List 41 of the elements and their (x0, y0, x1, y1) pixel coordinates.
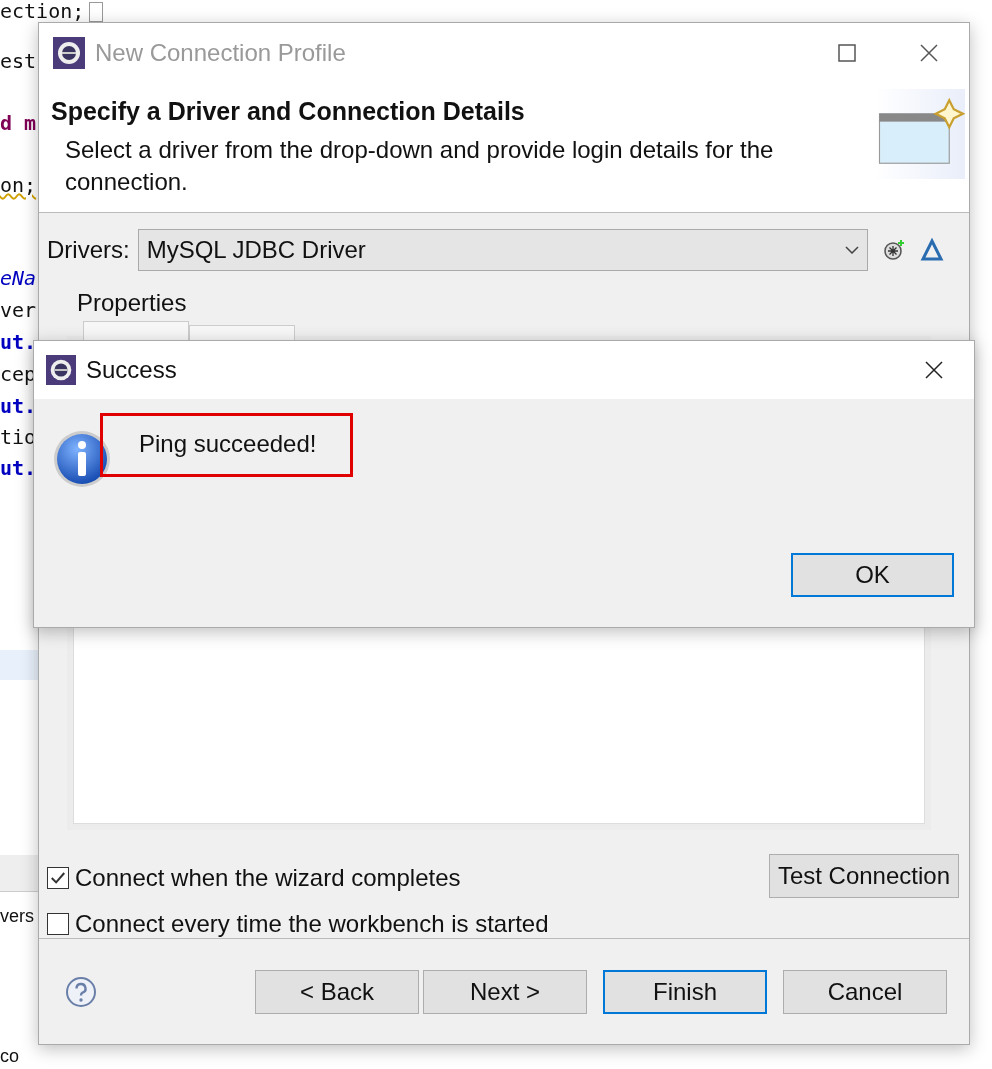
app-icon (46, 355, 76, 385)
code-line: ection; (0, 0, 85, 25)
code-line: ut. (0, 329, 37, 356)
drivers-label: Drivers: (47, 236, 130, 264)
code-line: ver (0, 297, 37, 324)
message-text: Ping succeeded! (100, 413, 354, 477)
page-heading: Specify a Driver and Connection Details (51, 97, 526, 126)
dialog-button[interactable]: Finish (603, 970, 767, 1014)
properties-label: Properties (76, 289, 188, 317)
close-icon[interactable] (919, 43, 939, 63)
chevron-down-icon[interactable] (844, 246, 859, 254)
triangle-icon[interactable] (919, 238, 944, 262)
code-line: on; (0, 172, 37, 199)
test-connection-button[interactable]: Test Connection (768, 854, 959, 898)
maximize-icon[interactable] (837, 43, 857, 63)
window-title: New Connection Profile (95, 39, 346, 67)
dialog-button[interactable]: Next > (423, 970, 587, 1014)
help-icon[interactable] (65, 976, 97, 1008)
dialog-button[interactable]: Cancel (783, 970, 947, 1014)
window-title: Success (86, 356, 177, 384)
code-line: ut. (0, 455, 37, 482)
code-line: d m (0, 110, 37, 137)
new-driver-icon[interactable] (881, 238, 906, 262)
dialog-button[interactable]: < Back (255, 970, 419, 1014)
code-line: ut. (0, 393, 37, 420)
checkbox-label: Connect every time the workbench is started (75, 910, 549, 938)
info-icon (52, 429, 112, 489)
close-icon[interactable] (924, 360, 944, 380)
ok-button[interactable]: OK (791, 553, 954, 597)
checkbox[interactable] (47, 913, 69, 935)
checkbox-label: Connect when the wizard completes (75, 864, 461, 892)
driver-dropdown[interactable]: MySQL JDBC Driver (137, 229, 868, 271)
fold-icon[interactable] (89, 2, 103, 22)
code-line: eNa (0, 265, 37, 292)
app-icon (53, 37, 85, 69)
panel-tab[interactable]: vers (0, 906, 34, 927)
checkbox[interactable] (47, 867, 69, 889)
code-line: est (0, 48, 37, 75)
wizard-window-icon (875, 89, 965, 179)
page-description: Select a driver from the drop-down and provide login details for the connection. (64, 135, 775, 197)
panel-text: co (0, 1046, 19, 1067)
